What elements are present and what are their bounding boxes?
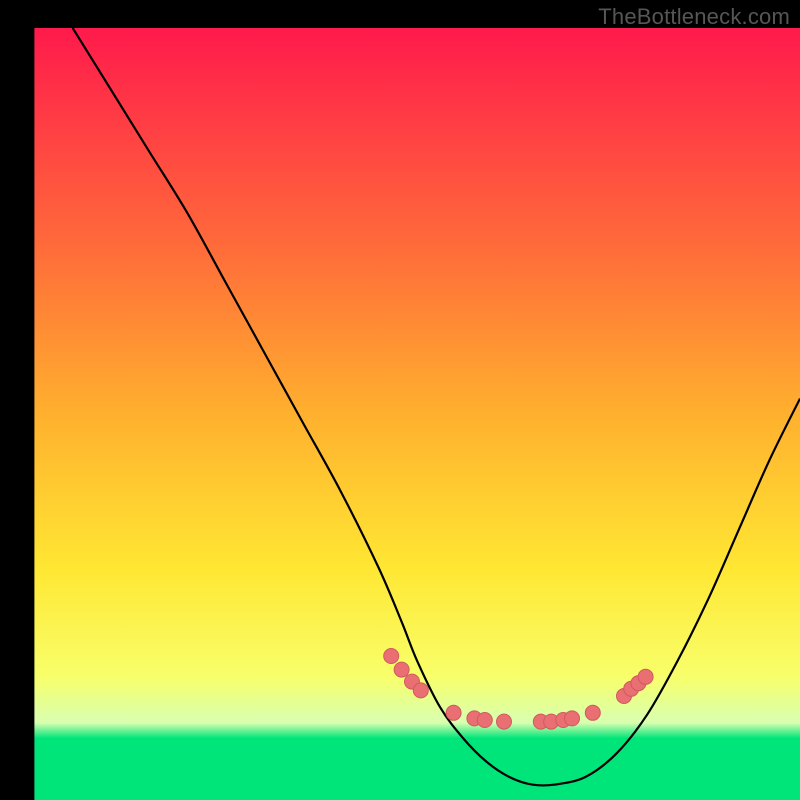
highlight-dot: [585, 705, 600, 720]
highlight-dot: [413, 683, 428, 698]
highlight-dot: [565, 711, 580, 726]
highlight-dot: [497, 714, 512, 729]
highlight-dot: [446, 705, 461, 720]
bottleneck-chart: [0, 0, 800, 800]
highlight-dot: [384, 649, 399, 664]
highlight-dot: [477, 713, 492, 728]
highlight-dot: [394, 662, 409, 677]
chart-frame: { "watermark": "TheBottleneck.com", "col…: [0, 0, 800, 800]
watermark-text: TheBottleneck.com: [598, 4, 790, 30]
highlight-dot: [638, 669, 653, 684]
